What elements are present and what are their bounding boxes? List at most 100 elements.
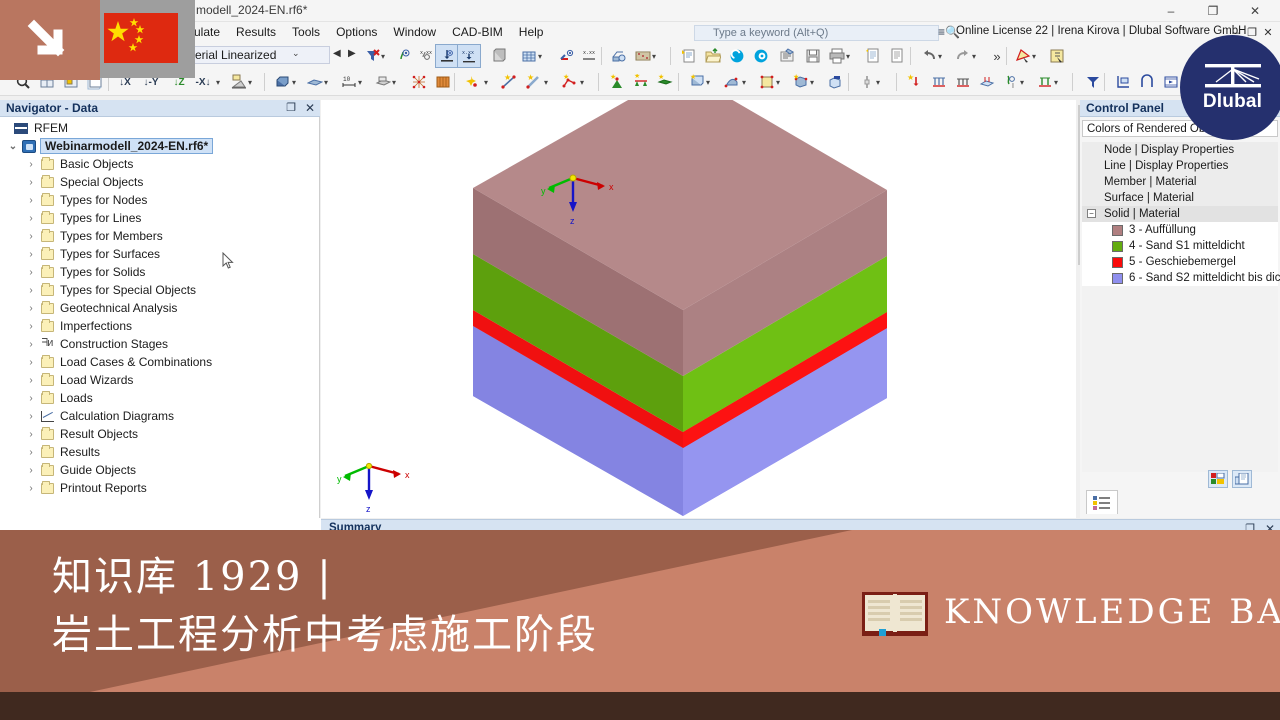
expander-icon[interactable]: ›: [24, 249, 38, 260]
mesh-icon[interactable]: [408, 71, 430, 93]
expander-icon[interactable]: ›: [24, 339, 38, 350]
edit-colors-icon[interactable]: [1208, 470, 1228, 488]
chevron-down-icon[interactable]: ⌄: [292, 48, 300, 59]
cloud-connect-icon[interactable]: [726, 45, 748, 67]
save-icon[interactable]: [802, 45, 824, 67]
tree-node-document[interactable]: ⌄ Webinarmodell_2024-EN.rf6*: [0, 137, 320, 155]
tree-node-construction-stages[interactable]: › ᖷᴎ Construction Stages: [0, 335, 320, 353]
keyword-search-input[interactable]: Type a keyword (Alt+Q): [694, 25, 939, 41]
tree-node-types-for-special-objects[interactable]: › Types for Special Objects: [0, 281, 320, 299]
tree-node-results[interactable]: › Results: [0, 443, 320, 461]
cp-group-node-display-properties[interactable]: Node | Display Properties: [1082, 142, 1278, 158]
window-maximize-button[interactable]: ❐: [1192, 2, 1234, 21]
menu-item-cad-bim[interactable]: CAD-BIM: [444, 22, 511, 43]
color-swatch[interactable]: [1112, 272, 1123, 284]
chevron-down-icon[interactable]: ▾: [972, 52, 976, 61]
window-close-button[interactable]: ✕: [1234, 2, 1276, 21]
chevron-down-icon[interactable]: ▾: [544, 78, 548, 87]
show-deformation-values-icon[interactable]: x.xx: [457, 44, 481, 68]
solid-mesh-icon[interactable]: [432, 71, 454, 93]
expander-icon[interactable]: ›: [24, 393, 38, 404]
show-results-icon[interactable]: [556, 45, 578, 67]
chevron-down-icon[interactable]: ▾: [538, 52, 542, 61]
surfaces-visibility-icon[interactable]: [372, 71, 394, 93]
new-imposed-load-icon[interactable]: [1034, 71, 1056, 93]
new-line-icon[interactable]: ★: [498, 71, 520, 93]
chevron-down-icon[interactable]: ▾: [358, 78, 362, 87]
chevron-down-icon[interactable]: ▾: [1054, 78, 1058, 87]
surface-render-icon[interactable]: [304, 71, 326, 93]
tree-node-types-for-lines[interactable]: › Types for Lines: [0, 209, 320, 227]
tree-node-printout-reports[interactable]: › Printout Reports: [0, 479, 320, 497]
menu-item-help[interactable]: Help: [511, 22, 552, 43]
cloud-gear-icon[interactable]: [750, 45, 772, 67]
chevron-down-icon[interactable]: ▾: [876, 78, 880, 87]
chevron-down-icon[interactable]: ▾: [706, 78, 710, 87]
next-button[interactable]: ▶: [348, 48, 356, 59]
result-values-icon[interactable]: x.xx: [578, 45, 600, 67]
solid-contact-icon[interactable]: [824, 71, 846, 93]
expander-icon[interactable]: ›: [24, 357, 38, 368]
expander-icon[interactable]: ›: [24, 285, 38, 296]
dimension-icon[interactable]: 10: [338, 71, 360, 93]
expander-icon[interactable]: ›: [24, 213, 38, 224]
new-nodal-support-icon[interactable]: ★: [606, 71, 628, 93]
model-properties-icon[interactable]: [776, 45, 798, 67]
expander-icon[interactable]: ›: [24, 303, 38, 314]
new-surface-load-icon[interactable]: [976, 71, 998, 93]
new-member-icon[interactable]: ★: [522, 71, 544, 93]
color-swatch[interactable]: [1112, 256, 1123, 268]
new-solid-icon[interactable]: ★: [790, 71, 812, 93]
tree-node-special-objects[interactable]: › Special Objects: [0, 173, 320, 191]
show-numbering-icon[interactable]: [394, 45, 416, 67]
show-support-reactions-icon[interactable]: [435, 44, 459, 68]
cp-material-row[interactable]: 4 - Sand S1 mitteldicht: [1082, 238, 1278, 254]
navigator-undock-button[interactable]: ❐: [284, 101, 298, 115]
inner-close-button[interactable]: ✕: [1261, 26, 1275, 40]
chevron-down-icon[interactable]: ▾: [1032, 52, 1036, 61]
render-solid-icon[interactable]: [488, 45, 510, 67]
chevron-down-icon[interactable]: ▾: [392, 78, 396, 87]
chevron-down-icon[interactable]: ▾: [216, 78, 220, 87]
tree-node-types-for-nodes[interactable]: › Types for Nodes: [0, 191, 320, 209]
tree-node-load-wizards[interactable]: › Load Wizards: [0, 371, 320, 389]
tree-node-types-for-members[interactable]: › Types for Members: [0, 227, 320, 245]
calculation-icon[interactable]: [632, 45, 654, 67]
show-grid-icon[interactable]: [518, 45, 540, 67]
new-surface-icon[interactable]: ★: [686, 71, 708, 93]
new-surface-support-icon[interactable]: ★: [654, 71, 676, 93]
chevron-down-icon[interactable]: ▾: [742, 78, 746, 87]
new-line-support-icon[interactable]: ★: [630, 71, 652, 93]
cp-group-member-material[interactable]: Member | Material: [1082, 174, 1278, 190]
expander-icon[interactable]: ›: [24, 375, 38, 386]
chevron-down-icon[interactable]: ▾: [484, 78, 488, 87]
expander-icon[interactable]: ⌄: [6, 141, 20, 152]
chevron-down-icon[interactable]: ▾: [938, 52, 942, 61]
new-curved-surface-icon[interactable]: [720, 71, 742, 93]
collapse-icon[interactable]: −: [1087, 209, 1096, 218]
filter-icon[interactable]: [1082, 71, 1104, 93]
expander-icon[interactable]: ›: [24, 267, 38, 278]
release-icon[interactable]: [856, 71, 878, 93]
expander-icon[interactable]: ›: [24, 177, 38, 188]
expander-icon[interactable]: ›: [24, 465, 38, 476]
new-member-load-icon[interactable]: [952, 71, 974, 93]
tree-node-imperfections[interactable]: › Imperfections: [0, 317, 320, 335]
new-table-icon[interactable]: [1046, 45, 1068, 67]
select-objects-icon[interactable]: [1012, 45, 1034, 67]
tree-node-rfem[interactable]: RFEM: [0, 119, 320, 137]
expander-icon[interactable]: ›: [24, 429, 38, 440]
navigator-close-button[interactable]: ✕: [303, 101, 317, 115]
tree-node-basic-objects[interactable]: › Basic Objects: [0, 155, 320, 173]
expander-icon[interactable]: ›: [24, 321, 38, 332]
print-icon[interactable]: [826, 45, 848, 67]
tree-node-guide-objects[interactable]: › Guide Objects: [0, 461, 320, 479]
menu-item-options[interactable]: Options: [328, 22, 385, 43]
window-minimize-button[interactable]: –: [1150, 2, 1192, 21]
view-minus-x-direction-icon[interactable]: -X↓: [192, 71, 214, 93]
expander-icon[interactable]: ›: [24, 195, 38, 206]
document-icon[interactable]: [886, 45, 908, 67]
control-panel-tab-colors[interactable]: [1086, 490, 1118, 514]
menu-item-results[interactable]: Results: [228, 22, 284, 43]
cp-group-line-display-properties[interactable]: Line | Display Properties: [1082, 158, 1278, 174]
